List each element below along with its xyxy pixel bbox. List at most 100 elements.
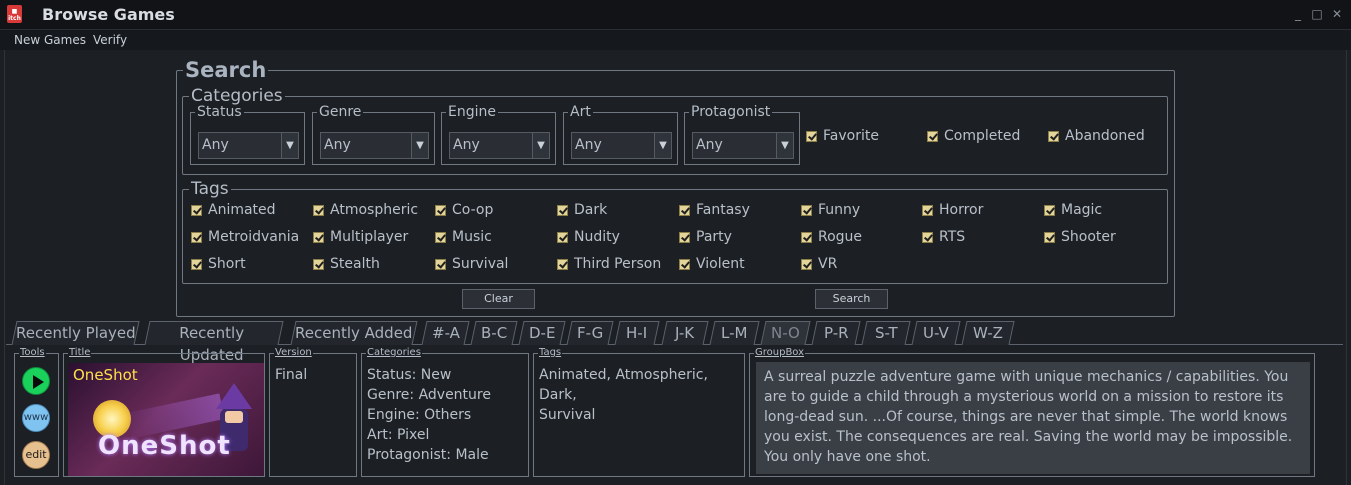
checkbox-checked-icon xyxy=(313,232,324,243)
tags-title: Tags xyxy=(191,179,229,199)
menu-bar: New Games Verify xyxy=(0,30,1351,50)
tab-j-k[interactable]: J-K xyxy=(661,321,709,345)
checkbox-checked-icon xyxy=(435,205,446,216)
checkbox-checked-icon xyxy=(1044,232,1055,243)
chevron-down-icon: ▼ xyxy=(776,133,793,158)
tag-checkbox[interactable]: Nudity xyxy=(557,229,667,246)
tab-n-o[interactable]: N-O xyxy=(760,321,811,345)
tag-checkbox[interactable]: Stealth xyxy=(313,256,423,273)
tag-checkbox[interactable]: Funny xyxy=(801,202,911,219)
tab-p-r[interactable]: P-R xyxy=(811,321,861,345)
engine-select[interactable]: Any ▼ xyxy=(449,132,550,159)
categories-value: Status: New Genre: Adventure Engine: Oth… xyxy=(367,367,491,463)
favorite-label: Favorite xyxy=(823,128,879,144)
tag-checkbox[interactable]: Co-op xyxy=(435,202,545,219)
art-select[interactable]: Any ▼ xyxy=(571,132,672,159)
tag-checkbox[interactable]: RTS xyxy=(922,229,1032,246)
tag-checkbox[interactable]: Third Person xyxy=(557,256,672,273)
tab-recently-played[interactable]: Recently Played xyxy=(11,321,140,345)
checkbox-checked-icon xyxy=(922,205,933,216)
maximize-button[interactable]: □ xyxy=(1309,6,1325,22)
genre-select[interactable]: Any ▼ xyxy=(320,132,429,159)
tag-checkbox[interactable]: Atmospheric xyxy=(313,202,423,219)
checkbox-checked-icon xyxy=(313,205,324,216)
completed-checkbox[interactable]: Completed xyxy=(927,128,1037,145)
tab-l-m[interactable]: L-M xyxy=(709,321,760,345)
checkbox-checked-icon xyxy=(922,232,933,243)
tag-label: Stealth xyxy=(330,256,380,272)
tag-label: VR xyxy=(818,256,838,272)
tag-checkbox[interactable]: Shooter xyxy=(1044,229,1154,246)
title-bar: ■ itch Browse Games _ □ ✕ xyxy=(0,0,1351,30)
tab-h-i[interactable]: H-I xyxy=(614,321,660,345)
tag-checkbox[interactable]: Survival xyxy=(435,256,545,273)
categories-pane: Categories Status: New Genre: Adventure … xyxy=(361,348,529,477)
version-pane: Version Final xyxy=(269,348,357,477)
tab-u-v[interactable]: U-V xyxy=(911,321,961,345)
tag-checkbox[interactable]: Horror xyxy=(922,202,1032,219)
checkbox-checked-icon xyxy=(1048,131,1059,142)
tag-checkbox[interactable]: Metroidvania xyxy=(191,229,301,246)
tab-w-z[interactable]: W-Z xyxy=(961,321,1015,345)
chevron-down-icon: ▼ xyxy=(411,133,428,158)
tag-checkbox[interactable]: Animated xyxy=(191,202,301,219)
tag-checkbox[interactable]: Party xyxy=(679,229,789,246)
tag-checkbox[interactable]: Rogue xyxy=(801,229,911,246)
tab-f-g[interactable]: F-G xyxy=(566,321,614,345)
menu-new-games[interactable]: New Games xyxy=(14,33,86,47)
tag-label: Multiplayer xyxy=(330,229,409,245)
tab-label: F-G xyxy=(576,324,604,342)
tab-hash-a[interactable]: #-A xyxy=(421,321,470,345)
niko-hat xyxy=(216,383,252,409)
engine-filter: Engine Any ▼ xyxy=(441,105,556,165)
chevron-down-icon: ▼ xyxy=(281,133,298,158)
niko-face xyxy=(225,411,243,423)
art-filter: Art Any ▼ xyxy=(563,105,678,165)
tab-d-e[interactable]: D-E xyxy=(518,321,566,345)
tab-label: W-Z xyxy=(973,324,1003,342)
status-select[interactable]: Any ▼ xyxy=(198,132,299,159)
tag-checkbox[interactable]: Fantasy xyxy=(679,202,789,219)
window-title: Browse Games xyxy=(42,5,175,24)
tag-checkbox[interactable]: Dark xyxy=(557,202,667,219)
tags-pane: Tags Animated, Atmospheric, Dark, Surviv… xyxy=(533,348,745,477)
search-button[interactable]: Search xyxy=(815,289,888,309)
favorite-checkbox[interactable]: Favorite xyxy=(806,128,906,145)
checkbox-checked-icon xyxy=(557,259,568,270)
engine-value: Any xyxy=(453,137,480,153)
protagonist-select[interactable]: Any ▼ xyxy=(692,132,794,159)
tab-label: D-E xyxy=(528,324,556,342)
tab-recently-added[interactable]: Recently Added xyxy=(290,321,418,345)
tag-checkbox[interactable]: Violent xyxy=(679,256,789,273)
game-cover-image: OneShot OneShot xyxy=(68,363,264,476)
tab-label: #-A xyxy=(431,324,460,342)
tag-checkbox[interactable]: VR xyxy=(801,256,911,273)
clear-button[interactable]: Clear xyxy=(462,289,535,309)
tag-checkbox[interactable]: Magic xyxy=(1044,202,1154,219)
status-value: Any xyxy=(202,137,229,153)
checkbox-checked-icon xyxy=(191,232,202,243)
close-button[interactable]: ✕ xyxy=(1329,6,1345,22)
website-button[interactable]: www xyxy=(22,404,50,432)
tag-label: Fantasy xyxy=(696,202,750,218)
tab-b-c[interactable]: B-C xyxy=(470,321,518,345)
edit-button[interactable]: edit xyxy=(22,441,50,469)
tag-checkbox[interactable]: Multiplayer xyxy=(313,229,423,246)
art-value: Any xyxy=(575,137,602,153)
tag-label: Animated xyxy=(208,202,276,218)
tab-label: L-M xyxy=(721,324,748,342)
tab-s-t[interactable]: S-T xyxy=(861,321,911,345)
play-button[interactable] xyxy=(22,367,50,395)
tag-label: Party xyxy=(696,229,732,245)
protagonist-filter: Protagonist Any ▼ xyxy=(684,105,800,165)
tag-checkbox[interactable]: Short xyxy=(191,256,301,273)
version-value: Final xyxy=(275,367,308,383)
abandoned-checkbox[interactable]: Abandoned xyxy=(1048,128,1158,145)
minimize-button[interactable]: _ xyxy=(1290,6,1306,22)
checkbox-checked-icon xyxy=(806,131,817,142)
tag-checkbox[interactable]: Music xyxy=(435,229,545,246)
menu-verify[interactable]: Verify xyxy=(93,33,127,47)
cover-logo: OneShot xyxy=(98,431,231,461)
tab-recently-updated[interactable]: Recently Updated xyxy=(144,321,284,364)
itch-io-icon: ■ itch xyxy=(7,5,22,23)
